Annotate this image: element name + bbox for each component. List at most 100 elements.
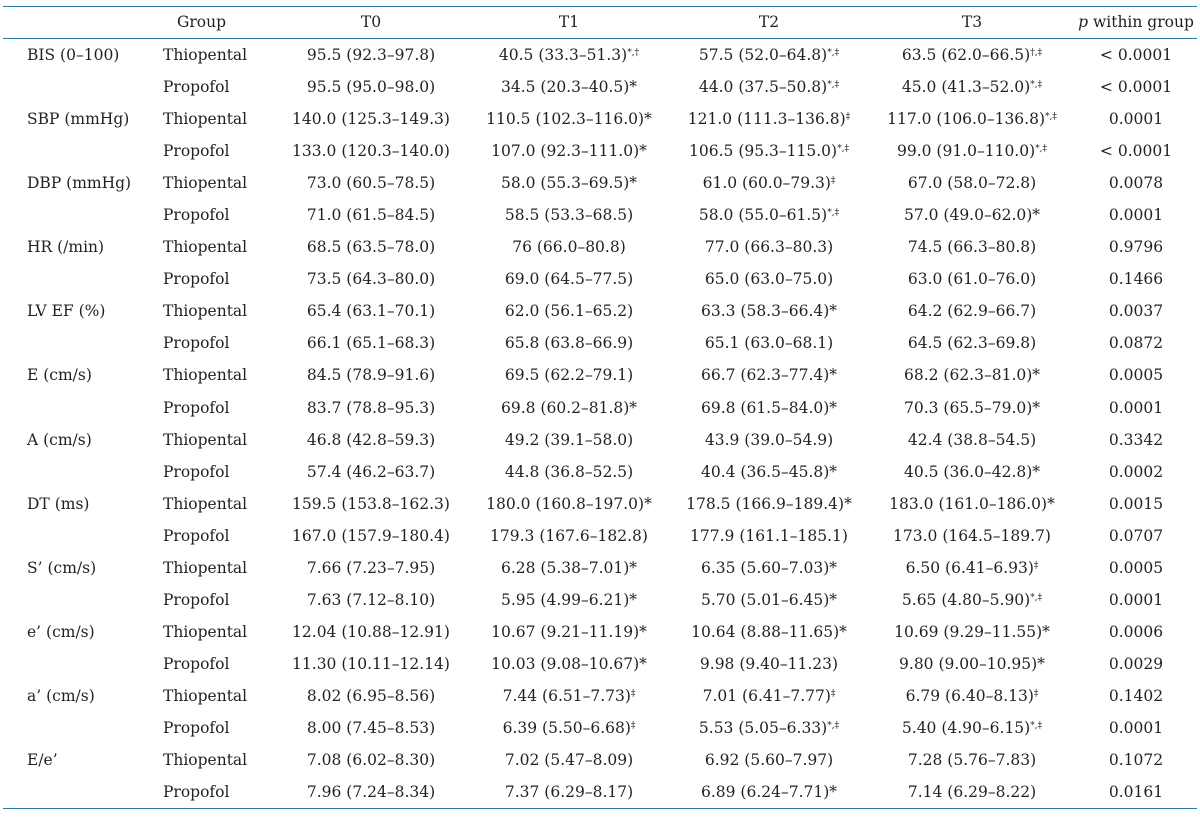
group-cell-text: Thiopental — [163, 174, 248, 193]
t2-cell: 5.70 (5.01–6.45)* — [669, 584, 869, 616]
header-parameter — [3, 7, 157, 39]
t1-cell-text: 58.5 (53.3–68.5) — [504, 206, 634, 225]
group-cell-text: Propofol — [163, 719, 230, 737]
t3-cell-marker: ‡ — [1033, 560, 1039, 571]
p-value-cell: 0.3342 — [1075, 424, 1197, 456]
t2-cell-marker: *,‡ — [827, 208, 840, 219]
t1-cell-text: 10.67 (9.21–11.19)* — [491, 622, 647, 641]
p-value-cell-text: 0.0872 — [1108, 334, 1164, 353]
p-value-cell-text: 0.3342 — [1108, 430, 1164, 449]
p-value-cell-text: 0.0001 — [1108, 398, 1164, 417]
t2-cell-marker: ‡ — [830, 176, 836, 187]
p-value-cell: 0.0001 — [1075, 103, 1197, 135]
table-row: Propofol 167.0 (157.9–180.4) 179.3 (167.6–… — [3, 520, 1197, 552]
t2-cell-text: 65.0 (63.0–75.0) — [704, 270, 834, 289]
t2-cell-marker: ‡ — [830, 688, 836, 699]
t2-cell-marker: *,‡ — [827, 48, 840, 59]
group-cell: Thiopental — [157, 616, 273, 648]
t0-cell: 7.96 (7.24–8.34) — [273, 776, 469, 809]
group-cell: Thiopental — [157, 552, 273, 584]
t2-cell-text: 77.0 (66.3–80.3) — [704, 238, 834, 257]
t2-cell: 65.1 (63.0–68.1) — [669, 327, 869, 359]
parameter-cell: E (cm/s) — [3, 359, 157, 391]
p-value-cell: 0.0872 — [1075, 327, 1197, 359]
t3-cell: 6.50 (6.41–6.93)‡ — [869, 552, 1075, 584]
group-cell: Propofol — [157, 327, 273, 359]
t3-cell-text: 9.80 (9.00–10.95)* — [899, 654, 1045, 673]
t3-cell-text: 74.5 (66.3–80.8) — [907, 238, 1037, 257]
p-value-cell: 0.0037 — [1075, 295, 1197, 327]
table-row: a’ (cm/s) Thiopental 8.02 (6.95–8.56) 7.44 … — [3, 680, 1197, 712]
group-cell: Propofol — [157, 135, 273, 167]
t2-cell: 57.5 (52.0–64.8)*,‡ — [669, 39, 869, 72]
t3-cell-text: 117.0 (106.0–136.8) — [887, 110, 1046, 129]
t2-cell: 43.9 (39.0–54.9) — [669, 424, 869, 456]
table-row: Propofol 8.00 (7.45–8.53) 6.39 (5.50–6.68)… — [3, 712, 1197, 744]
p-value-cell-text: < 0.0001 — [1099, 46, 1173, 65]
table-row: E/e’ Thiopental 7.08 (6.02–8.30) 7.02 (5.47… — [3, 744, 1197, 776]
parameter-cell-text: a’ (cm/s) — [27, 686, 95, 705]
t0-cell-text: 66.1 (65.1–68.3) — [306, 334, 436, 353]
group-cell: Thiopental — [157, 39, 273, 72]
header-t3: T3 — [961, 13, 983, 31]
t0-cell: 7.66 (7.23–7.95) — [273, 552, 469, 584]
t0-cell: 7.63 (7.12–8.10) — [273, 584, 469, 616]
t0-cell: 95.5 (95.0–98.0) — [273, 71, 469, 103]
t1-cell-text: 179.3 (167.6–182.8) — [490, 526, 648, 545]
group-cell: Thiopental — [157, 231, 273, 263]
t0-cell: 57.4 (46.2–63.7) — [273, 456, 469, 488]
header-group: Group — [177, 13, 227, 31]
t2-cell: 61.0 (60.0–79.3)‡ — [669, 167, 869, 199]
group-cell-text: Propofol — [163, 270, 230, 289]
t1-cell: 179.3 (167.6–182.8) — [469, 520, 669, 552]
parameter-cell: A (cm/s) — [3, 424, 157, 456]
group-cell-text: Thiopental — [163, 686, 248, 705]
t2-cell-text: 66.7 (62.3–77.4)* — [700, 366, 838, 385]
p-value-cell-text: 0.0029 — [1108, 654, 1164, 673]
t2-cell: 177.9 (161.1–185.1) — [669, 520, 869, 552]
t0-cell: 8.02 (6.95–8.56) — [273, 680, 469, 712]
t0-cell-text: 159.5 (153.8–162.3) — [292, 494, 450, 513]
t1-cell: 6.28 (5.38–7.01)* — [469, 552, 669, 584]
t0-cell: 73.5 (64.3–80.0) — [273, 263, 469, 295]
t0-cell-text: 167.0 (157.9–180.4) — [292, 526, 450, 545]
t0-cell-text: 65.4 (63.1–70.1) — [306, 302, 436, 321]
t2-cell: 9.98 (9.40–11.23) — [669, 648, 869, 680]
group-cell: Propofol — [157, 392, 273, 424]
parameter-cell-text: BIS (0–100) — [27, 46, 120, 65]
t2-cell: 6.35 (5.60–7.03)* — [669, 552, 869, 584]
p-value-cell: 0.0006 — [1075, 616, 1197, 648]
t3-cell: 63.5 (62.0–66.5)†,‡ — [869, 39, 1075, 72]
group-cell-text: Propofol — [163, 398, 230, 417]
p-value-cell-text: 0.0005 — [1108, 366, 1164, 385]
t3-cell-text: 183.0 (161.0–186.0)* — [889, 494, 1055, 513]
t2-cell: 40.4 (36.5–45.8)* — [669, 456, 869, 488]
t0-cell-text: 95.5 (92.3–97.8) — [306, 46, 436, 65]
t3-cell-text: 45.0 (41.3–52.0) — [901, 78, 1031, 97]
t1-cell: 107.0 (92.3–111.0)* — [469, 135, 669, 167]
t3-cell: 10.69 (9.29–11.55)* — [869, 616, 1075, 648]
group-cell: Propofol — [157, 456, 273, 488]
t3-cell-marker: †,‡ — [1030, 48, 1043, 59]
p-value-cell: 0.1466 — [1075, 263, 1197, 295]
header-t2: T2 — [758, 13, 780, 31]
t0-cell: 83.7 (78.8–95.3) — [273, 392, 469, 424]
t3-cell: 183.0 (161.0–186.0)* — [869, 488, 1075, 520]
t0-cell-text: 8.00 (7.45–8.53) — [306, 719, 436, 737]
table-row: Propofol 71.0 (61.5–84.5) 58.5 (53.3–68.5)… — [3, 199, 1197, 231]
t3-cell-text: 173.0 (164.5–189.7) — [893, 526, 1051, 545]
table-row: S’ (cm/s) Thiopental 7.66 (7.23–7.95) 6.28 … — [3, 552, 1197, 584]
p-value-cell: 0.0001 — [1075, 712, 1197, 744]
parameter-cell: E/e’ — [3, 744, 157, 776]
t2-cell-marker: ‡ — [845, 112, 851, 123]
parameter-cell — [3, 135, 157, 167]
table-row: e’ (cm/s) Thiopental 12.04 (10.88–12.91) 10… — [3, 616, 1197, 648]
t2-cell: 66.7 (62.3–77.4)* — [669, 359, 869, 391]
parameter-cell — [3, 199, 157, 231]
t3-cell-text: 70.3 (65.5–79.0)* — [903, 398, 1041, 417]
t3-cell-marker: ‡ — [1033, 688, 1039, 699]
t1-cell-text: 6.39 (5.50–6.68) — [502, 719, 631, 737]
t0-cell-text: 95.5 (95.0–98.0) — [306, 78, 436, 97]
parameter-cell: HR (/min) — [3, 231, 157, 263]
p-value-cell-text: 0.0001 — [1108, 110, 1164, 129]
